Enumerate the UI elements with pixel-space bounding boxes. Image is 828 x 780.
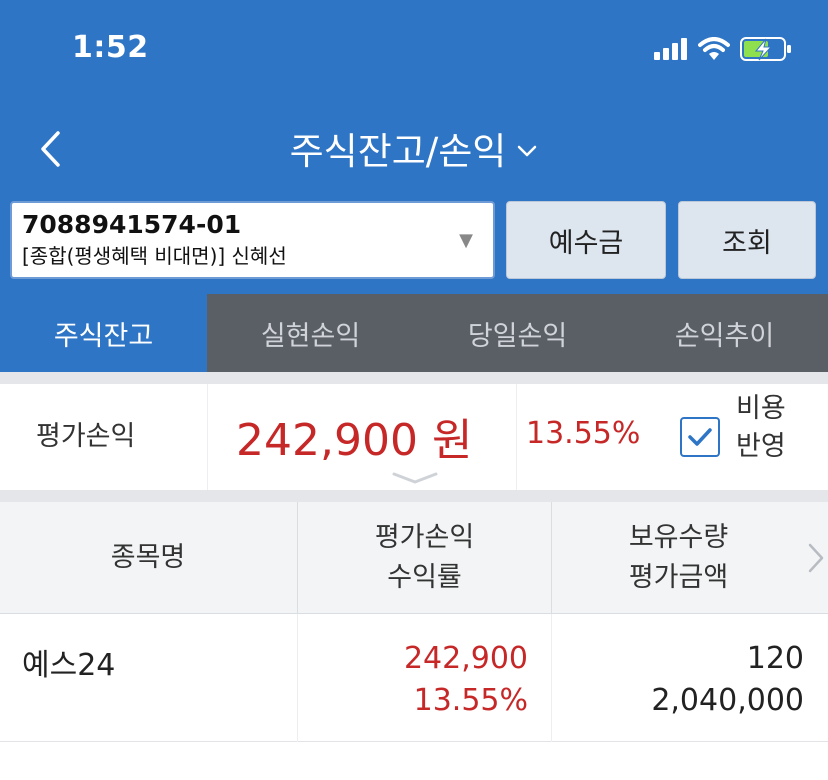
column-header-name: 종목명 [0, 502, 296, 614]
tab-profit-trend[interactable]: 손익추이 [621, 294, 828, 372]
cost-reflect-label-line1: 비용 [736, 393, 786, 424]
summary-amount: 242,900 원 [236, 415, 473, 466]
summary-rate: 13.55% [526, 416, 641, 451]
table-header: 종목명 평가손익 수익률 보유수량 평가금액 [0, 502, 828, 614]
column-header-label: 평가금액 [628, 562, 729, 593]
status-time: 1:52 [72, 30, 149, 65]
chevron-right-icon[interactable] [806, 542, 826, 578]
cost-reflect-label[interactable]: 비용 반영 [736, 390, 786, 466]
holding-value: 2,040,000 [651, 683, 804, 718]
column-header-label: 보유수량 [628, 522, 729, 553]
deposit-button[interactable]: 예수금 [506, 201, 666, 279]
divider [207, 384, 208, 490]
divider [0, 372, 828, 384]
wifi-icon [698, 37, 730, 60]
expand-chevron-icon[interactable] [392, 470, 438, 489]
signal-icon [654, 38, 687, 60]
cost-reflect-checkbox[interactable] [680, 417, 720, 457]
column-header-label: 평가손익 [374, 522, 475, 553]
account-number: 7088941574-01 [22, 210, 242, 239]
column-header-label: 종목명 [110, 542, 186, 573]
summary-panel: 평가손익 242,900 원 13.55% 비용 반영 [0, 384, 828, 490]
holding-cell: 120 2,040,000 [552, 638, 804, 722]
battery-icon [740, 37, 791, 61]
query-button[interactable]: 조회 [678, 201, 816, 279]
chevron-down-icon [516, 144, 538, 158]
tab-stock-balance[interactable]: 주식잔고 [0, 294, 207, 372]
stock-name: 예스24 [22, 648, 116, 683]
holding-quantity: 120 [746, 641, 804, 676]
page-title: 주식잔고/손익 [289, 130, 507, 173]
table-row[interactable]: 예스24 242,900 13.55% 120 2,040,000 [0, 614, 828, 742]
checkmark-icon [688, 428, 712, 446]
account-name: [종합(평생혜택 비대면)] 신혜선 [22, 244, 287, 268]
tab-daily-profit[interactable]: 당일손익 [414, 294, 621, 372]
account-select[interactable]: 7088941574-01 [종합(평생혜택 비대면)] 신혜선 ▼ [10, 201, 495, 279]
app-header: 1:52 주식잔고/손익 7088941574-01 [종합(평생혜택 비대면)… [0, 0, 828, 294]
status-icons [654, 34, 792, 64]
tab-realized-profit[interactable]: 실현손익 [207, 294, 414, 372]
tab-bar: 주식잔고 실현손익 당일손익 손익추이 [0, 294, 828, 372]
profit-cell: 242,900 13.55% [298, 638, 528, 722]
cost-reflect-label-line2: 반영 [736, 431, 786, 462]
summary-label: 평가손익 [36, 421, 136, 452]
column-header-label: 수익률 [387, 562, 462, 593]
divider [0, 490, 828, 502]
column-header-profit: 평가손익 수익률 [297, 502, 551, 614]
divider [516, 384, 517, 490]
column-header-quantity: 보유수량 평가금액 [551, 502, 805, 614]
profit-value: 242,900 [403, 641, 528, 676]
caret-down-icon: ▼ [459, 230, 473, 251]
title-dropdown[interactable]: 주식잔고/손익 [0, 118, 828, 178]
profit-rate: 13.55% [413, 683, 528, 718]
